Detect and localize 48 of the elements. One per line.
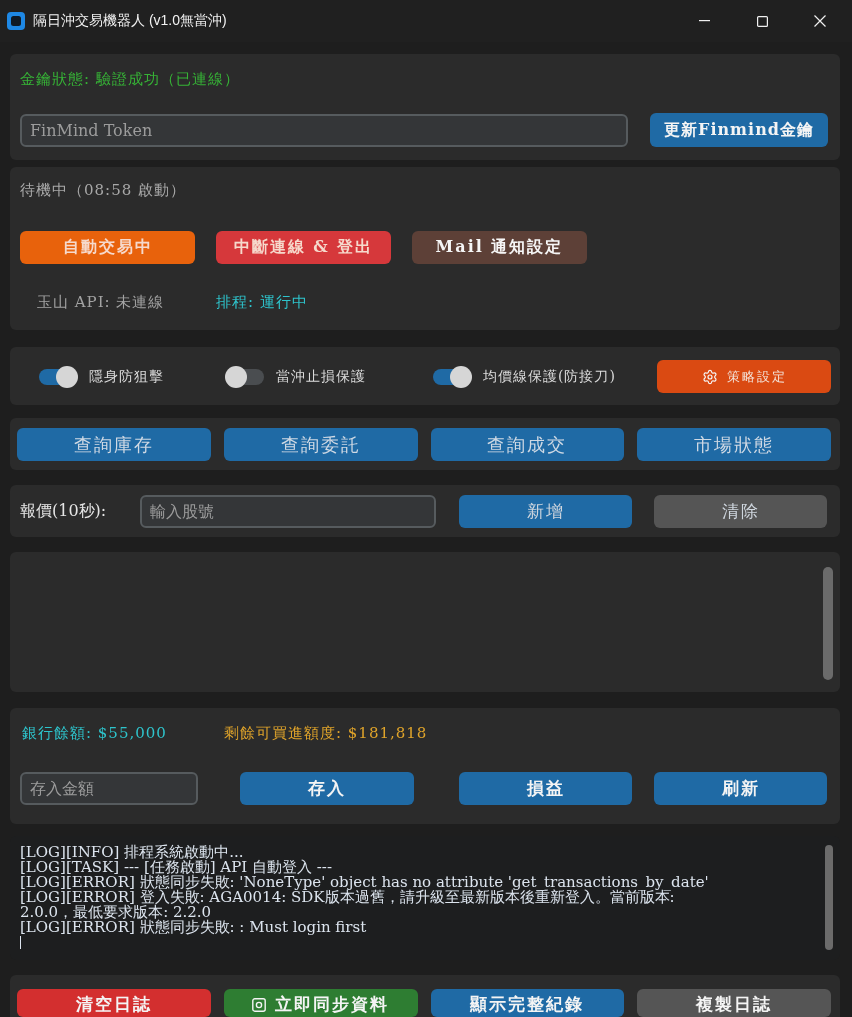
window-title: 隔日沖交易機器人 (v1.0無當沖) (33, 12, 227, 30)
log-line: [LOG][ERROR] 狀態同步失敗: : Must login first (20, 920, 367, 935)
minimize-icon[interactable] (698, 20, 710, 22)
balance-text: 銀行餘額: $55,000 (22, 723, 167, 744)
query-button[interactable]: 查詢委託 (223, 428, 418, 461)
toggle-switch[interactable] (38, 365, 78, 388)
toggle-switch[interactable] (432, 365, 472, 388)
quote-button[interactable]: 清除 (654, 495, 827, 528)
toggle-label: 當沖止損保護 (276, 367, 366, 386)
balance-text: 剩餘可買進額度: $181,818 (224, 723, 428, 744)
account-button[interactable]: 損益 (459, 772, 632, 805)
scrollbar[interactable] (825, 845, 833, 950)
maximize-icon[interactable] (756, 15, 768, 27)
query-button[interactable]: 市場狀態 (637, 428, 831, 461)
log-line: [LOG][ERROR] 登入失敗: AGA0014: SDK版本過舊，請升級至最新版本後重新登入。當前版本: 2.0.0，最低要求版本: 2.2.0 (20, 890, 675, 920)
account-button[interactable]: 刷新 (654, 772, 827, 805)
trading-button[interactable]: 自動交易中 (20, 231, 195, 264)
log-action-button[interactable]: 顯示完整紀錄 (430, 989, 625, 1017)
quote-label: 報價(10秒): (20, 501, 108, 522)
deposit-amount-field[interactable]: 存入金額 (20, 772, 198, 805)
log-action-button[interactable]: 立即同步資料 (223, 989, 418, 1017)
stock-code-field[interactable]: 輸入股號 (140, 495, 436, 528)
log-line: [LOG][TASK] --- [任務啟動] API 自動登入 --- (20, 860, 332, 875)
account-button[interactable]: 存入 (240, 772, 414, 805)
text-cursor (20, 936, 21, 949)
standby-status-text: 待機中（08:58 啟動） (20, 180, 186, 201)
log-line: [LOG][INFO] 排程系統啟動中... (20, 845, 244, 860)
close-icon[interactable] (814, 15, 826, 27)
token-field[interactable]: FinMind Token (20, 113, 628, 147)
query-button[interactable]: 查詢成交 (430, 428, 625, 461)
gear-icon (701, 368, 718, 385)
status-indicator-text: 玉山 API: 未連線 (37, 292, 165, 313)
quote-button[interactable]: 新增 (459, 495, 632, 528)
trading-button[interactable]: 中斷連線 & 登出 (216, 231, 391, 264)
log-action-button[interactable]: 清空日誌 (17, 989, 211, 1017)
toggle-switch[interactable] (225, 365, 265, 388)
log-line: [LOG][ERROR] 狀態同步失敗: 'NoneType' object has no attribute 'get_transactions_by_date' (20, 875, 709, 890)
toggle-label: 均價線保護(防接刀) (483, 367, 616, 386)
strategy-settings-button[interactable]: 策略設定 (657, 360, 831, 393)
app-icon (7, 12, 25, 30)
query-button[interactable]: 查詢庫存 (17, 428, 211, 461)
log-action-button[interactable]: 複製日誌 (637, 989, 831, 1017)
update-key-button[interactable]: 更新Finmind金鑰 (650, 113, 828, 147)
scrollbar[interactable] (823, 567, 833, 680)
status-indicator-text: 排程: 運行中 (216, 292, 308, 313)
trading-button[interactable]: Mail 通知設定 (412, 231, 587, 264)
toggle-label: 隱身防狙擊 (89, 367, 164, 386)
token-status-text: 金鑰狀態: 驗證成功（已連線） (20, 69, 240, 90)
